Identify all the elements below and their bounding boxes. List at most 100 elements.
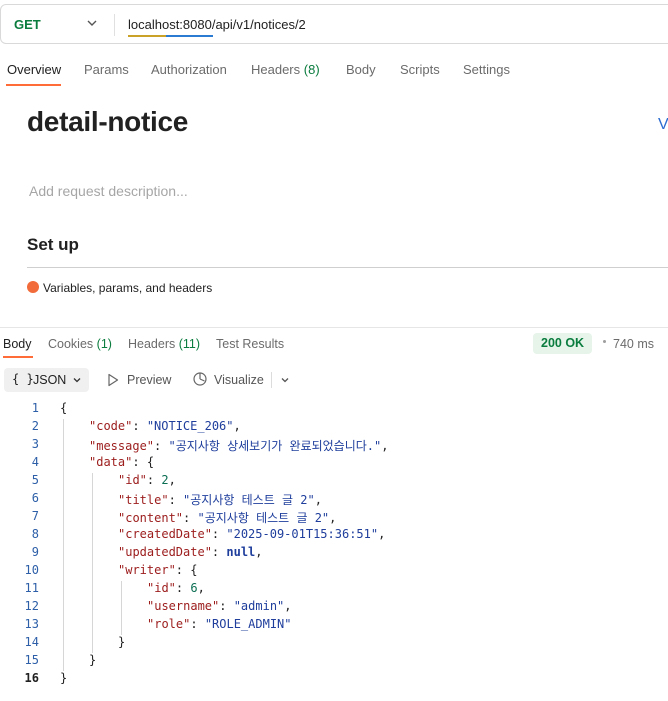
json-separator: : (183, 511, 198, 525)
active-tab-indicator (6, 84, 61, 86)
response-tab-body[interactable]: Body (3, 337, 32, 351)
tab-count: (1) (96, 337, 112, 351)
line-number: 2 (31, 419, 39, 433)
active-response-tab-indicator (3, 356, 33, 358)
json-separator: : (175, 581, 191, 595)
json-separator: : (132, 455, 147, 469)
code-text: "message": "공지사항 상세보기가 완료되었습니다.", (89, 437, 388, 454)
code-line: 12 "username": "admin", (0, 599, 668, 617)
indent-guide (92, 473, 93, 653)
tab-body[interactable]: Body (346, 62, 376, 77)
json-value: } (89, 653, 97, 667)
description-input[interactable]: Add request description... (29, 183, 188, 199)
json-punctuation: , (314, 493, 322, 507)
json-separator: : (190, 617, 205, 631)
tab-label: Body (3, 337, 32, 351)
view-link[interactable]: V (658, 116, 668, 134)
line-number: 16 (24, 671, 39, 685)
line-number: 6 (31, 491, 39, 505)
toolbar-divider (271, 372, 272, 388)
json-value: "2025-09-01T15:36:51" (226, 527, 379, 541)
tab-overview[interactable]: Overview (7, 62, 61, 77)
method-select[interactable]: GET (14, 17, 41, 32)
json-separator: : (175, 563, 191, 577)
visualize-button[interactable]: Visualize (214, 373, 264, 387)
line-number: 14 (24, 635, 39, 649)
json-key: "code" (89, 419, 133, 433)
tab-label: Settings (463, 62, 510, 77)
line-number: 10 (24, 563, 39, 577)
setup-variables-link[interactable]: Variables, params, and headers (43, 281, 212, 295)
json-separator: : (211, 545, 227, 559)
json-punctuation: , (329, 511, 337, 525)
code-text: } (118, 635, 125, 649)
json-key: "message" (89, 439, 155, 453)
json-separator: : (168, 493, 184, 507)
json-value: } (118, 635, 126, 649)
code-line: 13 "role": "ROLE_ADMIN" (0, 617, 668, 635)
json-punctuation: , (197, 581, 205, 595)
response-tab-cookies[interactable]: Cookies (1) (48, 337, 112, 351)
tab-label: Headers (251, 62, 301, 77)
line-number: 7 (31, 509, 39, 523)
json-value: 2 (161, 473, 169, 487)
json-value: } (60, 671, 68, 685)
line-number: 12 (24, 599, 39, 613)
code-text: "title": "공지사항 테스트 글 2", (118, 491, 322, 508)
json-value: null (226, 545, 256, 559)
format-select[interactable]: { } JSON (4, 368, 89, 392)
tab-params[interactable]: Params (84, 62, 129, 77)
request-title[interactable]: detail-notice (27, 106, 188, 138)
response-time[interactable]: 740 ms (613, 337, 654, 351)
code-text: "role": "ROLE_ADMIN" (147, 617, 292, 631)
json-value: "admin" (233, 599, 285, 613)
tab-label: Cookies (48, 337, 94, 351)
json-value: "NOTICE_206" (146, 419, 234, 433)
play-icon[interactable] (107, 373, 119, 387)
url-input[interactable]: localhost:8080/api/v1/notices/2 (128, 17, 306, 32)
url-bar: GET localhost:8080/api/v1/notices/2 (0, 4, 668, 44)
json-value: "공지사항 테스트 글 2" (183, 493, 315, 507)
json-key: "role" (147, 617, 191, 631)
code-text: "content": "공지사항 테스트 글 2", (118, 509, 336, 526)
preview-button[interactable]: Preview (127, 373, 171, 387)
json-punctuation: , (233, 419, 241, 433)
tab-count: (8) (303, 62, 320, 77)
code-text: "data": { (89, 455, 154, 469)
json-punctuation: , (255, 545, 263, 559)
json-value: { (146, 455, 155, 469)
tab-label: Params (84, 62, 129, 77)
json-key: "id" (147, 581, 176, 595)
json-separator: : (146, 473, 162, 487)
chevron-down-icon[interactable] (85, 16, 99, 30)
indent-guide (63, 419, 64, 671)
tab-scripts[interactable]: Scripts (400, 62, 440, 77)
code-text: "id": 2, (118, 473, 176, 487)
json-key: "createdDate" (118, 527, 212, 541)
tab-authorization[interactable]: Authorization (151, 62, 227, 77)
visualize-icon[interactable] (192, 371, 208, 387)
json-key: "id" (118, 473, 147, 487)
response-tab-headers[interactable]: Headers (11) (128, 337, 200, 351)
tab-settings[interactable]: Settings (463, 62, 510, 77)
code-line: 15} (0, 653, 668, 671)
line-number: 15 (24, 653, 39, 667)
line-number: 13 (24, 617, 39, 631)
tab-label: Body (346, 62, 376, 77)
tab-label: Test Results (216, 337, 285, 351)
response-pane-divider[interactable] (0, 327, 668, 328)
url-variable-underline (128, 35, 213, 37)
url-divider (114, 14, 115, 36)
status-badge[interactable]: 200 OK (533, 333, 593, 354)
json-key: "username" (147, 599, 220, 613)
code-text: { (60, 401, 67, 415)
line-number: 3 (31, 437, 39, 451)
response-tab-test-results[interactable]: Test Results (216, 337, 284, 351)
tab-headers[interactable]: Headers (8) (251, 62, 320, 77)
setup-heading: Set up (27, 235, 79, 254)
tab-label: Scripts (400, 62, 440, 77)
chevron-down-icon[interactable] (280, 375, 290, 385)
line-number: 1 (31, 401, 39, 415)
separator-dot (603, 340, 606, 343)
json-separator: : (211, 527, 227, 541)
